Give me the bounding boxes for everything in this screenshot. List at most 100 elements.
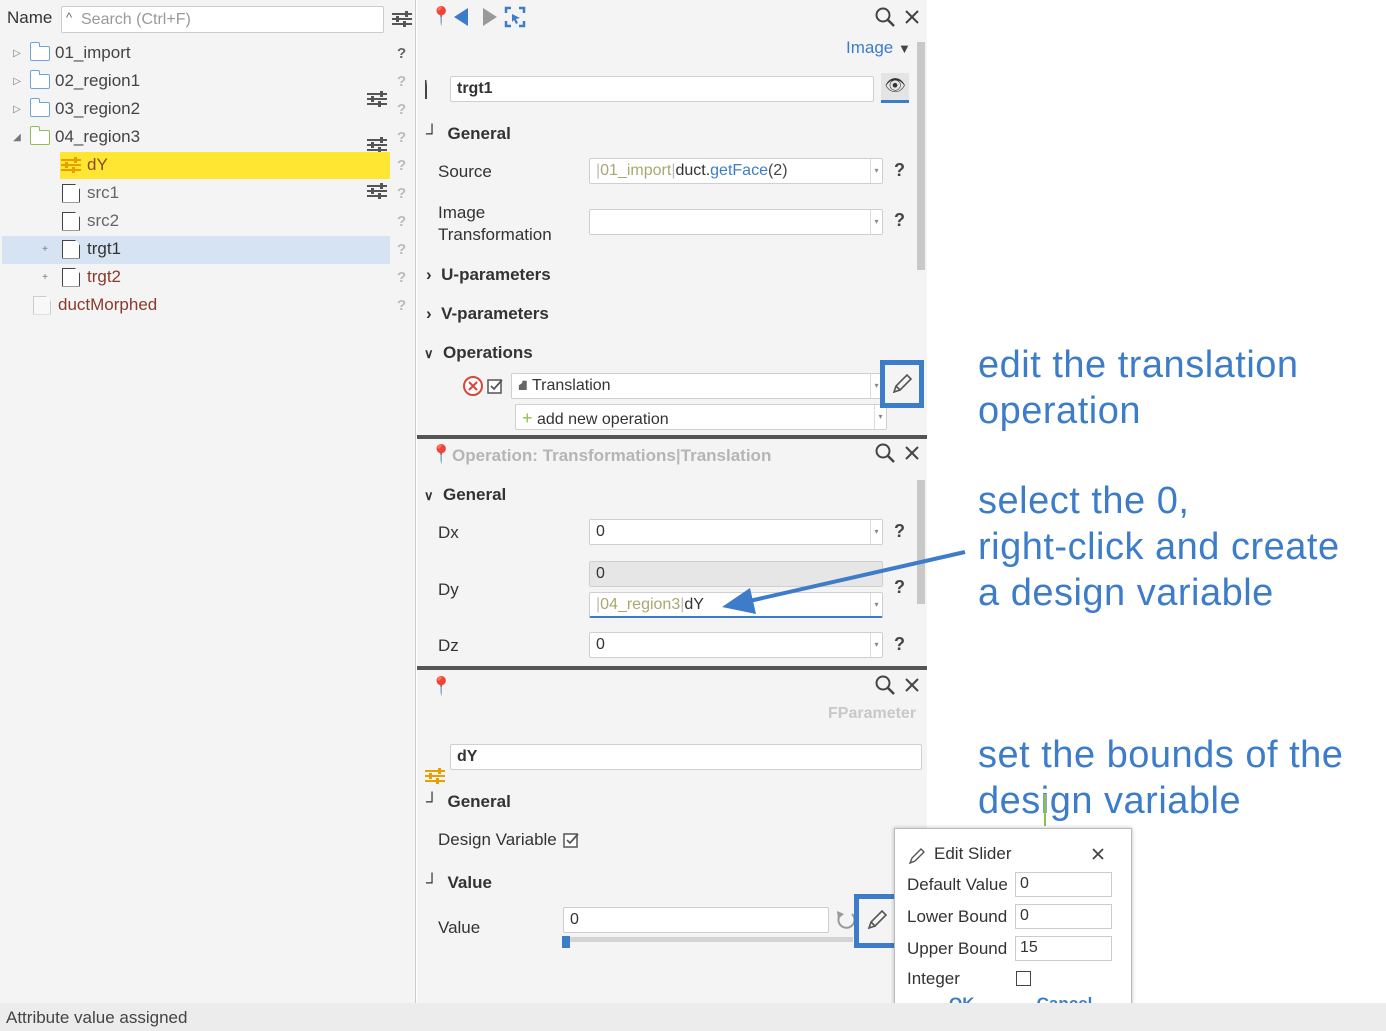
add-operation-select[interactable]: + add new operation ▾ <box>515 404 887 430</box>
help-icon[interactable]: ? <box>894 160 905 181</box>
value-slider-track[interactable] <box>563 937 853 942</box>
expand-icon[interactable]: + <box>38 272 52 283</box>
upper-bound-input[interactable]: 15 <box>1015 936 1112 961</box>
tree-item-dy[interactable]: dY <box>60 152 108 178</box>
select-target-icon[interactable] <box>504 6 526 28</box>
tree-item-label: 04_region3 <box>55 127 141 146</box>
tree-item-highlight <box>60 152 390 179</box>
section-operations[interactable]: ∨ Operations <box>424 343 533 363</box>
pin-icon[interactable]: 📍 <box>430 444 452 465</box>
collapse-icon[interactable]: ◢ <box>10 132 24 143</box>
view-mode-dropdown[interactable]: Image ▼ <box>846 38 911 58</box>
collapse-icon[interactable]: ^ <box>66 10 72 25</box>
source-input[interactable]: |01_import|duct.getFace(2) ▾ <box>589 158 883 184</box>
panel-divider[interactable] <box>417 435 927 439</box>
help-icon[interactable]: ? <box>397 241 406 258</box>
design-variable-checkbox[interactable] <box>563 831 581 849</box>
help-icon[interactable]: ? <box>894 521 905 542</box>
document-icon <box>62 183 80 203</box>
expand-icon[interactable]: ▷ <box>10 104 24 115</box>
tree-item-src2[interactable]: src2 <box>62 208 119 234</box>
edit-pencil-icon[interactable] <box>890 372 914 396</box>
section-general[interactable]: ∨ General <box>424 485 506 505</box>
dy-label: Dy <box>438 580 459 599</box>
integer-checkbox[interactable] <box>1016 971 1031 986</box>
help-icon[interactable]: ? <box>397 185 406 202</box>
status-bar: Attribute value assigned <box>0 1003 1386 1031</box>
tree-item-03-region2[interactable]: ▷ 03_region2 <box>10 96 140 122</box>
pin-icon[interactable]: 📍 <box>430 6 452 27</box>
close-icon[interactable] <box>1091 847 1105 861</box>
object-name-input[interactable]: trgt1 <box>450 76 874 102</box>
edit-pencil-icon <box>908 848 925 865</box>
close-icon[interactable] <box>904 445 920 461</box>
help-icon[interactable]: ? <box>397 297 406 314</box>
tree-panel: Name ^ Search (Ctrl+F) ▷ 01_import ? ▷ 0… <box>0 0 416 1003</box>
help-icon[interactable]: ? <box>397 101 406 118</box>
default-value-input[interactable]: 0 <box>1015 872 1112 897</box>
image-transformation-input[interactable]: ▾ <box>589 209 883 235</box>
search-icon[interactable] <box>874 6 896 28</box>
filter-settings-icon[interactable] <box>391 10 413 28</box>
dropdown-arrow-icon: ▾ <box>874 405 886 429</box>
close-icon[interactable] <box>904 9 920 25</box>
search-icon[interactable] <box>874 442 896 464</box>
forward-arrow-icon[interactable] <box>479 7 499 27</box>
parameter-name-input[interactable]: dY <box>450 744 922 770</box>
section-general[interactable]: ┘ General <box>426 124 511 144</box>
name-column-header[interactable]: Name <box>7 8 52 28</box>
value-input[interactable]: 0 <box>563 907 829 933</box>
lower-bound-label: Lower Bound <box>907 907 1008 926</box>
parameter-icon[interactable] <box>366 90 388 108</box>
help-icon[interactable]: ? <box>894 210 905 231</box>
checkbox-checked-icon[interactable] <box>487 377 505 395</box>
source-label: Source <box>438 162 492 181</box>
section-u-parameters[interactable]: › U-parameters <box>426 265 551 285</box>
value-slider-handle[interactable] <box>562 936 570 948</box>
dz-label: Dz <box>438 636 459 655</box>
help-icon[interactable]: ? <box>894 634 905 655</box>
help-icon[interactable]: ? <box>397 213 406 230</box>
view-mode-label: Image <box>846 38 894 57</box>
visibility-eye-icon[interactable]: 👁 <box>881 73 909 103</box>
help-icon[interactable]: ? <box>397 269 406 286</box>
search-icon[interactable] <box>874 674 896 696</box>
help-icon[interactable]: ? <box>397 73 406 90</box>
section-general[interactable]: ┘ General <box>426 792 511 812</box>
back-arrow-icon[interactable] <box>452 7 472 27</box>
section-v-parameters[interactable]: › V-parameters <box>426 304 549 324</box>
help-icon[interactable]: ? <box>397 157 406 174</box>
tree-item-04-region3[interactable]: ◢ 04_region3 <box>10 124 140 150</box>
tree-item-trgt2[interactable]: + trgt2 <box>38 264 121 290</box>
operation-select[interactable]: ⛘ Translation ▾ <box>511 373 883 399</box>
lower-bound-input[interactable]: 0 <box>1015 904 1112 929</box>
close-icon[interactable] <box>904 677 920 693</box>
tree-item-02-region1[interactable]: ▷ 02_region1 <box>10 68 140 94</box>
expand-icon[interactable]: ▷ <box>10 48 24 59</box>
dialog-title: Edit Slider <box>934 844 1012 863</box>
edit-slider-dialog: Edit Slider Default Value 0 Lower Bound … <box>894 828 1132 1028</box>
tree-item-ductmorphed[interactable]: ductMorphed <box>33 292 157 318</box>
document-icon <box>62 239 80 259</box>
folder-icon <box>29 41 50 61</box>
section-value[interactable]: ┘ Value <box>426 873 492 893</box>
delete-icon[interactable] <box>462 375 484 397</box>
tree-item-trgt1[interactable]: + trgt1 <box>38 236 121 262</box>
search-input[interactable]: ^ Search (Ctrl+F) <box>61 6 384 33</box>
tree-item-01-import[interactable]: ▷ 01_import <box>10 40 131 66</box>
expand-icon[interactable]: + <box>38 244 52 255</box>
dropdown-arrow-icon: ▾ <box>870 633 882 657</box>
panel-divider[interactable] <box>417 666 927 670</box>
tree-item-label: src2 <box>87 211 120 230</box>
help-icon[interactable]: ? <box>397 45 406 62</box>
operation-label: Translation <box>532 377 611 394</box>
parameter-icon <box>60 156 82 174</box>
tree-item-src1[interactable]: src1 <box>62 180 119 206</box>
edit-pencil-icon[interactable] <box>865 908 889 932</box>
parameter-icon[interactable] <box>366 182 388 200</box>
scrollbar[interactable] <box>917 42 925 270</box>
dz-input[interactable]: 0 ▾ <box>589 632 883 658</box>
pin-icon[interactable]: 📍 <box>430 676 452 697</box>
help-icon[interactable]: ? <box>397 129 406 146</box>
expand-icon[interactable]: ▷ <box>10 76 24 87</box>
